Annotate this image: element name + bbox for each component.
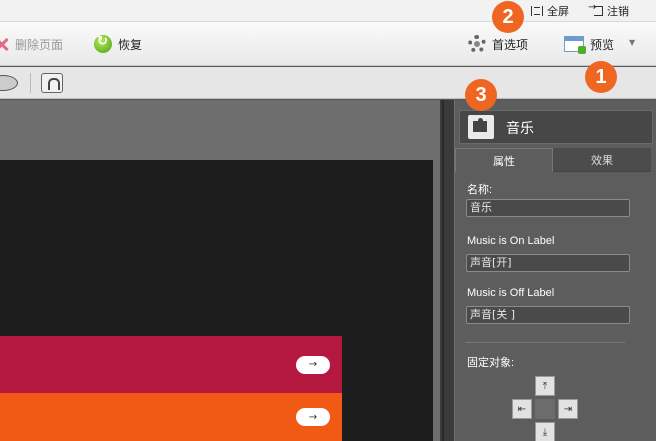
restore-label: 恢复	[118, 37, 143, 52]
on-label-input[interactable]: 声音[开]	[466, 254, 630, 272]
logout-link[interactable]: 注销	[588, 2, 629, 19]
main-toolbar: 删除页面 恢复 首选项 预览	[0, 22, 656, 66]
panel-title: 音乐	[506, 121, 534, 137]
pin-object-label: 固定对象:	[467, 357, 515, 369]
preview-button[interactable]: 预览	[564, 33, 614, 55]
callout-badge-3: 3	[465, 79, 497, 111]
arrow-right-icon[interactable]: →	[296, 355, 330, 374]
preview-label: 预览	[590, 37, 615, 52]
tab-effects[interactable]: 效果	[553, 148, 651, 172]
callout-badge-2: 2	[492, 1, 524, 33]
panel-splitter[interactable]	[440, 100, 454, 441]
shape-tool-button[interactable]	[0, 75, 18, 91]
fullscreen-icon	[531, 6, 543, 16]
fullscreen-link[interactable]: 全屏	[531, 3, 569, 19]
magnet-snap-button[interactable]	[41, 73, 63, 93]
panel-tabs: 属性 效果	[455, 148, 656, 172]
restore-button[interactable]: 恢复	[94, 33, 142, 55]
preferences-button[interactable]: 首选项	[468, 33, 528, 55]
callout-badge-1: 1	[585, 61, 617, 93]
anchor-bottom-icon[interactable]: ⤓	[535, 422, 555, 441]
logout-icon	[588, 2, 603, 16]
on-label-caption: Music is On Label	[467, 235, 555, 247]
tab-properties[interactable]: 属性	[455, 148, 553, 172]
panel-divider	[465, 342, 625, 343]
off-label-caption: Music is Off Label	[467, 287, 555, 299]
toolbar-divider	[30, 73, 31, 93]
anchor-control: ⤒ ⇤ ⇥ ⤓	[512, 376, 578, 441]
logout-label: 注销	[607, 5, 629, 18]
off-label-input[interactable]: 声音[关 ]	[466, 306, 630, 324]
fullscreen-label: 全屏	[547, 5, 569, 18]
list-item[interactable]: →	[0, 393, 342, 441]
anchor-right-icon[interactable]: ⇥	[558, 399, 578, 419]
list-item[interactable]: →	[0, 336, 342, 393]
delete-icon	[0, 36, 9, 52]
delete-page-label: 删除页面	[15, 37, 64, 52]
restore-icon	[94, 34, 112, 53]
preview-icon	[564, 36, 586, 54]
preferences-label: 首选项	[492, 37, 529, 52]
puzzle-icon	[468, 115, 494, 139]
gear-icon	[468, 35, 486, 53]
anchor-left-icon[interactable]: ⇤	[512, 399, 532, 419]
delete-page-button[interactable]: 删除页面	[0, 33, 63, 55]
anchor-center	[535, 399, 555, 419]
arrow-right-icon[interactable]: →	[296, 408, 330, 426]
name-input[interactable]: 音乐	[466, 199, 630, 217]
properties-panel: 音乐 属性 效果 名称: 音乐 Music is On Label 声音[开] …	[454, 100, 656, 441]
top-bar: 全屏 注销	[0, 0, 656, 22]
design-stage: → →	[0, 100, 440, 441]
name-label: 名称:	[467, 184, 493, 196]
anchor-top-icon[interactable]: ⤒	[535, 376, 555, 396]
secondary-toolbar	[0, 67, 656, 99]
panel-header: 音乐	[459, 110, 653, 144]
preview-dropdown-arrow-icon[interactable]: ▼	[629, 38, 635, 47]
